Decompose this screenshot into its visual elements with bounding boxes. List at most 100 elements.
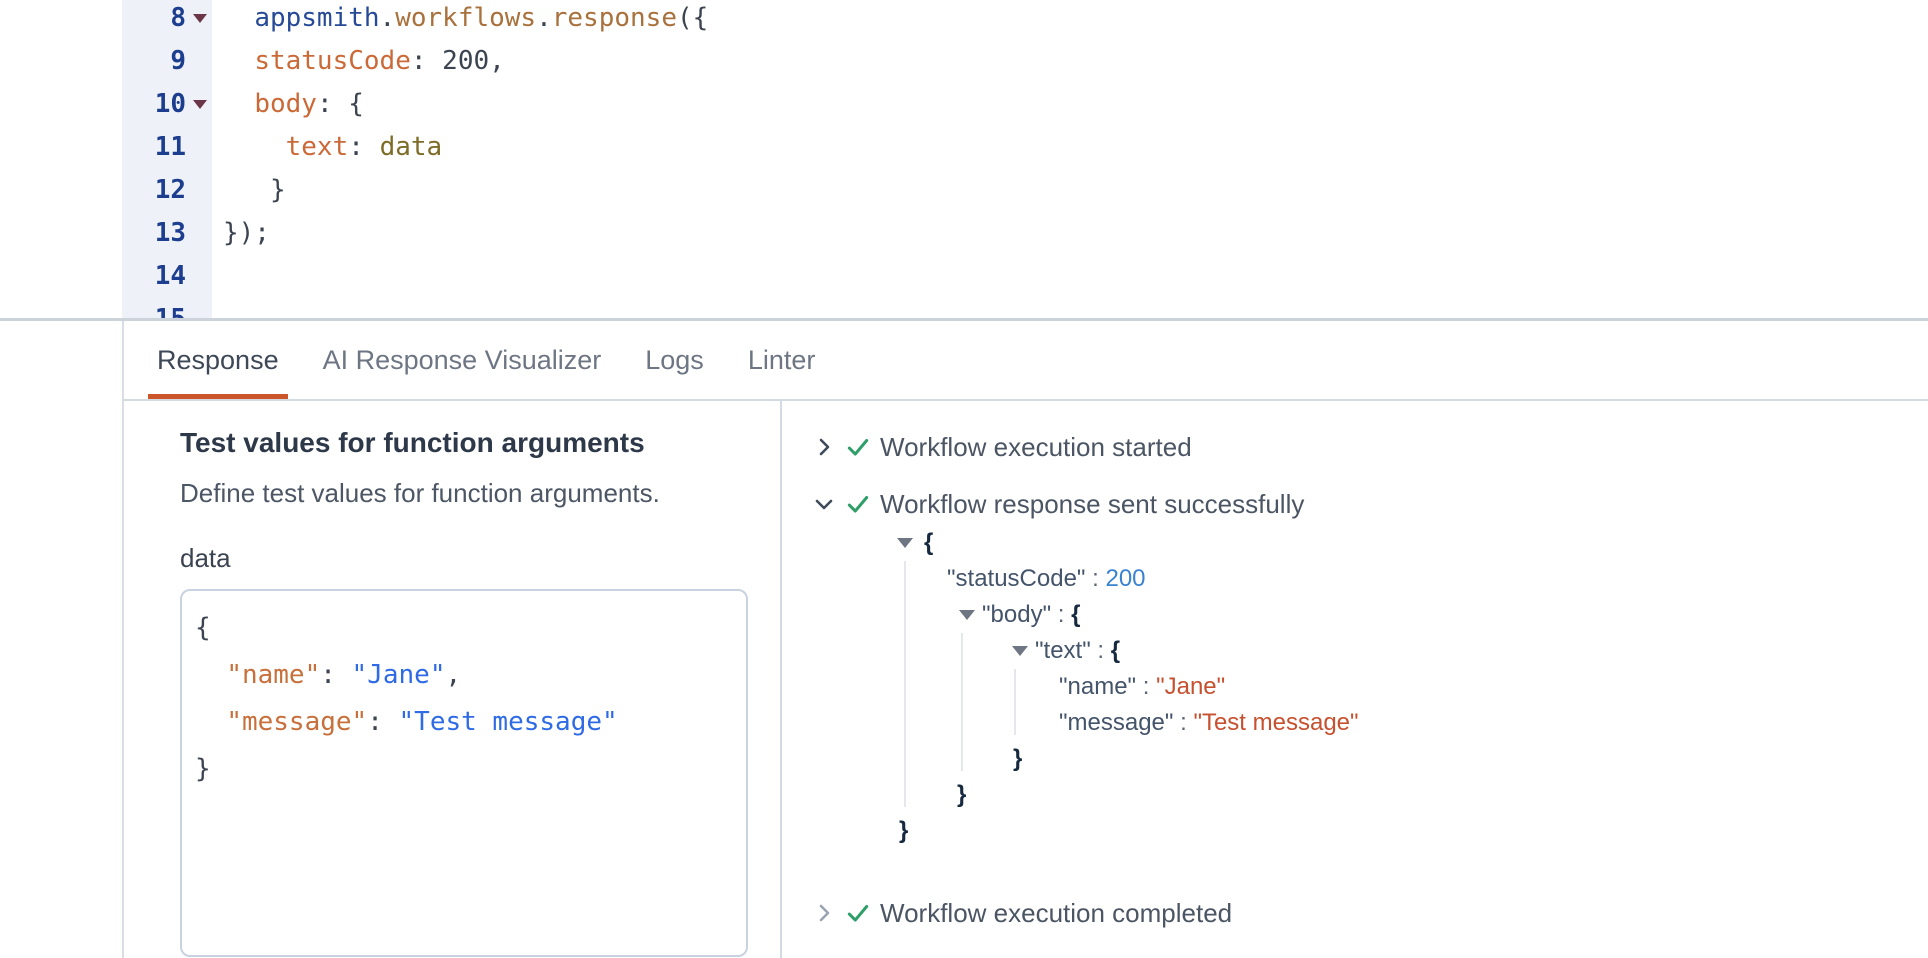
tree-key: "name" (1059, 673, 1136, 700)
log-row-workflow-response-sent-successfully[interactable]: Workflow response sent successfully (812, 487, 1304, 521)
tree-row-text: { (924, 525, 933, 561)
tree-colon: : (1085, 565, 1105, 592)
code-token-p: , (445, 660, 461, 690)
tree-row-text: } (899, 813, 908, 849)
log-row-workflow-execution-completed[interactable]: Workflow execution completed (812, 896, 1232, 930)
code-token-p: . (536, 3, 552, 33)
line-number: 15 (122, 298, 212, 319)
line-number-text: 15 (155, 304, 186, 319)
tab-response[interactable]: Response (148, 321, 288, 399)
code-token-p (195, 660, 226, 690)
code-token-kw: appsmith (254, 3, 379, 33)
tree-colon: : (1091, 637, 1111, 664)
line-number-text: 14 (155, 261, 186, 291)
line-number-text: 13 (155, 218, 186, 248)
json-input-line: { (195, 605, 746, 652)
code-line (223, 298, 1928, 319)
line-number: 10 (122, 83, 212, 126)
triangle-down-icon[interactable] (897, 538, 913, 548)
line-number: 12 (122, 169, 212, 212)
code-token-prop: statusCode (254, 46, 411, 76)
tree-row-text: } (957, 777, 966, 813)
code-token-p: , (489, 46, 505, 76)
code-token-p: } (195, 754, 211, 784)
code-token-p (223, 175, 270, 205)
tree-key: "statusCode" (947, 565, 1085, 592)
test-values-panel: Test values for function arguments Defin… (124, 401, 780, 958)
tree-colon: : (1173, 709, 1193, 736)
code-line: } (223, 169, 1928, 212)
tree-row: "name" : "Jane" (897, 669, 1797, 705)
tree-key: "body" (982, 601, 1051, 628)
code-token-p: : (320, 660, 351, 690)
execution-log-panel: Workflow execution started Workflow respo… (782, 401, 1928, 958)
log-row-label: Workflow response sent successfully (880, 489, 1304, 520)
tab-linter[interactable]: Linter (739, 321, 825, 399)
tree-key: "message" (1059, 709, 1173, 736)
code-token-p: : (367, 707, 398, 737)
code-editor[interactable]: 8 9 10 1112 13 14 15 appsmith.workflows.respon… (0, 0, 1928, 319)
response-tabbar: Response AI Response Visualizer Logs Linter (148, 321, 824, 399)
panel-title: Test values for function arguments (180, 427, 645, 459)
code-token-p (195, 707, 226, 737)
tree-value: 200 (1105, 565, 1145, 592)
tree-row: "statusCode" : 200 (897, 561, 1797, 597)
tree-row: } (897, 741, 1797, 777)
tree-row: { (897, 525, 1797, 561)
code-token-p: }); (223, 218, 270, 248)
tree-key: "text" (1035, 637, 1091, 664)
code-token-prop: body (254, 89, 317, 119)
code-token-p: : (411, 46, 442, 76)
json-input-line: "name": "Jane", (195, 652, 746, 699)
line-number: 8 (122, 0, 212, 40)
code-token-p: { (195, 613, 211, 643)
response-json-tree: {"statusCode" : 200"body" : {"text" : {"… (897, 525, 1797, 849)
code-line: statusCode: 200, (223, 40, 1928, 83)
check-icon (845, 434, 871, 460)
code-line: body: { (223, 83, 1928, 126)
code-content[interactable]: appsmith.workflows.response({ statusCode… (223, 0, 1928, 319)
log-row-label: Workflow execution completed (880, 898, 1232, 929)
tree-open-brace: { (1111, 637, 1120, 664)
line-number-text: 10 (155, 89, 186, 119)
log-row-label: Workflow execution started (880, 432, 1192, 463)
tree-row-text: "message" : "Test message" (1059, 705, 1359, 741)
argument-name-label: data (180, 543, 231, 574)
tree-row-text: } (1013, 741, 1022, 777)
code-line: }); (223, 212, 1928, 255)
tree-indent-guide (904, 561, 906, 807)
line-number-text: 9 (170, 46, 186, 76)
tree-row-text: "text" : { (1035, 633, 1120, 669)
chevron-right-icon[interactable] (812, 435, 836, 459)
tab-ai-response-visualizer[interactable]: AI Response Visualizer (314, 321, 611, 399)
log-row-workflow-execution-started[interactable]: Workflow execution started (812, 430, 1192, 464)
tree-close-brace: } (1013, 745, 1022, 772)
panel-description: Define test values for function argument… (180, 478, 660, 509)
tree-close-brace: } (899, 817, 908, 844)
tree-row-text: "name" : "Jane" (1059, 669, 1225, 705)
line-number: 13 (122, 212, 212, 255)
code-token-prop: text (286, 132, 349, 162)
code-gutter: 8 9 10 1112 13 14 15 (122, 0, 212, 319)
code-token-str: "Jane" (352, 660, 446, 690)
tree-indent-guide (961, 633, 963, 771)
chevron-right-icon[interactable] (812, 901, 836, 925)
code-line (223, 255, 1928, 298)
code-token-p: } (270, 175, 286, 205)
data-argument-input[interactable]: { "name": "Jane", "message": "Test messa… (180, 589, 748, 957)
triangle-down-icon[interactable] (1012, 646, 1028, 656)
code-token-p (223, 132, 286, 162)
triangle-down-icon[interactable] (959, 610, 975, 620)
tree-value: "Test message" (1193, 709, 1358, 736)
fold-arrow-icon[interactable] (193, 14, 207, 23)
code-token-var: data (380, 132, 443, 162)
tree-value: "Jane" (1156, 673, 1225, 700)
chevron-down-icon[interactable] (812, 492, 836, 516)
fold-arrow-icon[interactable] (193, 100, 207, 109)
line-numbers: 8 9 10 1112 13 14 15 (122, 0, 212, 319)
line-number: 11 (122, 126, 212, 169)
code-line: text: data (223, 126, 1928, 169)
tab-logs[interactable]: Logs (636, 321, 713, 399)
tree-row: } (897, 813, 1797, 849)
tree-open-brace: { (1071, 601, 1080, 628)
